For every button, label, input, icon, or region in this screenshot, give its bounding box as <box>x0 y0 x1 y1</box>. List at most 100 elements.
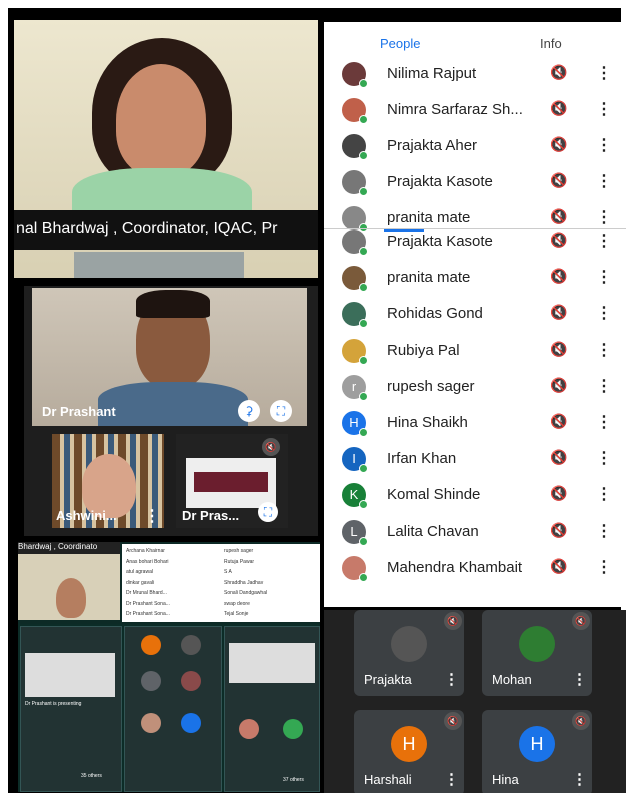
collage-face <box>56 578 86 618</box>
mic-off-icon[interactable]: 🔇 <box>550 341 567 358</box>
mic-off-icon: 🔇 <box>572 612 590 630</box>
mic-off-icon[interactable]: 🔇 <box>550 449 567 466</box>
mini-list-item: Dr Prashant Sona... <box>126 611 170 617</box>
mic-off-icon[interactable]: 🔇 <box>550 172 567 189</box>
more-vert-icon[interactable]: ⋮ <box>596 63 612 83</box>
mini-list-item: Rutuja Pawar <box>224 558 255 565</box>
participant-row[interactable]: I Irfan Khan 🔇 ⋮ <box>324 441 626 477</box>
participant-row[interactable]: Nimra Sarfaraz Sh... 🔇 ⋮ <box>324 92 626 128</box>
more-vert-icon[interactable]: ⋮ <box>596 557 612 577</box>
participant-name: Komal Shinde <box>387 486 481 504</box>
participant-tile[interactable]: Prajakta ⋮ 🔇 <box>354 610 464 696</box>
online-status-dot <box>359 187 368 196</box>
mini-list-item: swap deore <box>224 600 250 607</box>
screen-share-thumb-tile[interactable]: 🔇 Dr Pras... ⛶ <box>176 434 288 528</box>
more-vert-icon[interactable]: ⋮ <box>596 412 612 432</box>
tile-name: Hina <box>492 772 519 787</box>
mic-off-icon[interactable]: 🔇 <box>550 208 567 225</box>
more-vert-icon[interactable]: ⋮ <box>596 340 612 360</box>
tile-avatar: H <box>391 726 427 762</box>
mic-off-icon[interactable]: 🔇 <box>550 268 567 285</box>
participant-name: Prajakta Kasote <box>387 233 493 250</box>
mic-off-icon[interactable]: 🔇 <box>550 100 567 117</box>
participant-name: Irfan Khan <box>387 450 457 468</box>
more-vert-icon[interactable]: ⋮ <box>596 448 612 468</box>
participant-row[interactable]: pranita mate 🔇 ⋮ <box>324 260 626 296</box>
presenter-caption: nal Bhardwaj , Coordinator, IQAC, Pr <box>16 220 278 237</box>
participant-tile[interactable]: Mohan ⋮ 🔇 <box>482 610 592 696</box>
mic-off-icon[interactable]: 🔇 <box>550 413 567 430</box>
fullscreen-icon[interactable]: ⛶ <box>258 502 278 522</box>
mini-list-item: atul agrawal <box>126 569 153 575</box>
collage-caption: Bhardwaj , Coordinato <box>18 542 120 554</box>
tile-avatar: H <box>519 726 555 762</box>
speaker-video-tile[interactable]: Dr Prashant ⚳ ⛶ <box>32 288 307 426</box>
online-status-dot <box>359 115 368 124</box>
phone-screen-2 <box>124 626 222 792</box>
participant-name: Rohidas Gond <box>387 305 483 323</box>
participant-row[interactable]: Prajakta Kasote 🔇 ⋮ <box>324 224 626 260</box>
more-vert-icon[interactable]: ⋮ <box>144 506 160 526</box>
participant-name: Hina Shaikh <box>387 414 468 431</box>
others-label-1: 35 others <box>81 773 102 779</box>
online-status-dot <box>359 319 368 329</box>
fullscreen-icon[interactable]: ⛶ <box>270 400 292 422</box>
more-vert-icon[interactable]: ⋮ <box>444 770 459 788</box>
more-vert-icon[interactable]: ⋮ <box>596 171 612 191</box>
participant-name: Prajakta Kasote <box>387 173 493 190</box>
participant-row[interactable]: Nilima Rajput 🔇 ⋮ <box>324 56 626 92</box>
presenter-face <box>116 64 206 176</box>
participant-row[interactable]: Prajakta Aher 🔇 ⋮ <box>324 128 626 164</box>
mic-off-icon[interactable]: 🔇 <box>550 377 567 394</box>
online-status-dot <box>359 151 368 160</box>
participant-row[interactable]: H Hina Shaikh 🔇 ⋮ <box>324 405 626 441</box>
tile-name: Prajakta <box>364 672 412 687</box>
more-vert-icon[interactable]: ⋮ <box>596 484 612 504</box>
collage-video: Bhardwaj , Coordinato <box>18 542 120 620</box>
more-vert-icon[interactable]: ⋮ <box>572 670 587 688</box>
avatar-circle <box>141 671 161 691</box>
mic-off-icon[interactable]: 🔇 <box>550 64 567 81</box>
tab-people[interactable]: People <box>380 36 420 51</box>
mic-off-icon[interactable]: 🔇 <box>550 558 567 575</box>
slide-preview <box>186 458 276 508</box>
participant-row[interactable]: Prajakta Kasote 🔇 ⋮ <box>324 164 626 200</box>
avatar-circle <box>141 635 161 655</box>
more-vert-icon[interactable]: ⋮ <box>572 770 587 788</box>
tab-info[interactable]: Info <box>540 36 562 51</box>
mic-off-icon[interactable]: 🔇 <box>550 304 567 321</box>
more-vert-icon[interactable]: ⋮ <box>596 267 612 287</box>
online-status-dot <box>359 428 368 437</box>
participant-row[interactable]: Mahendra Khambait 🔇 ⋮ <box>324 550 626 586</box>
participant-row[interactable]: Rohidas Gond 🔇 ⋮ <box>324 296 626 332</box>
more-vert-icon[interactable]: ⋮ <box>596 521 612 541</box>
more-vert-icon[interactable]: ⋮ <box>444 670 459 688</box>
online-status-dot <box>359 464 368 474</box>
participant-row[interactable]: K Komal Shinde 🔇 ⋮ <box>324 477 626 513</box>
tile-avatar <box>391 626 427 662</box>
mic-off-icon[interactable]: 🔇 <box>550 522 567 539</box>
participant-row[interactable]: r rupesh sager 🔇 ⋮ <box>324 369 626 405</box>
participant-thumb-tile[interactable]: Ashwini... ⋮ <box>52 434 164 528</box>
mic-off-icon[interactable]: 🔇 <box>550 485 567 502</box>
participant-tile[interactable]: H Harshali ⋮ 🔇 <box>354 710 464 793</box>
online-status-dot <box>359 572 368 582</box>
mini-list-item: Dr Prashant Sona... <box>126 600 170 607</box>
mini-list-item: Anas bohari Bohari <box>126 558 169 565</box>
participant-row[interactable]: L Lalita Chavan 🔇 ⋮ <box>324 514 626 550</box>
online-status-dot <box>359 500 368 510</box>
participant-tile[interactable]: H Hina ⋮ 🔇 <box>482 710 592 793</box>
mic-off-icon[interactable]: 🔇 <box>550 136 567 153</box>
pin-icon[interactable]: ⚳ <box>238 400 260 422</box>
more-vert-icon[interactable]: ⋮ <box>596 135 612 155</box>
speaker-name: Dr Prashant <box>42 404 116 419</box>
more-vert-icon[interactable]: ⋮ <box>596 231 612 251</box>
participant-name: Nilima Rajput <box>387 65 477 82</box>
others-label-2: 37 others <box>283 777 304 783</box>
mic-off-icon[interactable]: 🔇 <box>550 232 567 249</box>
more-vert-icon[interactable]: ⋮ <box>596 99 612 119</box>
participant-row[interactable]: Rubiya Pal 🔇 ⋮ <box>324 333 626 369</box>
more-vert-icon[interactable]: ⋮ <box>596 303 612 323</box>
mini-list-item: Shraddha Jadhav <box>224 579 264 586</box>
more-vert-icon[interactable]: ⋮ <box>596 376 612 396</box>
